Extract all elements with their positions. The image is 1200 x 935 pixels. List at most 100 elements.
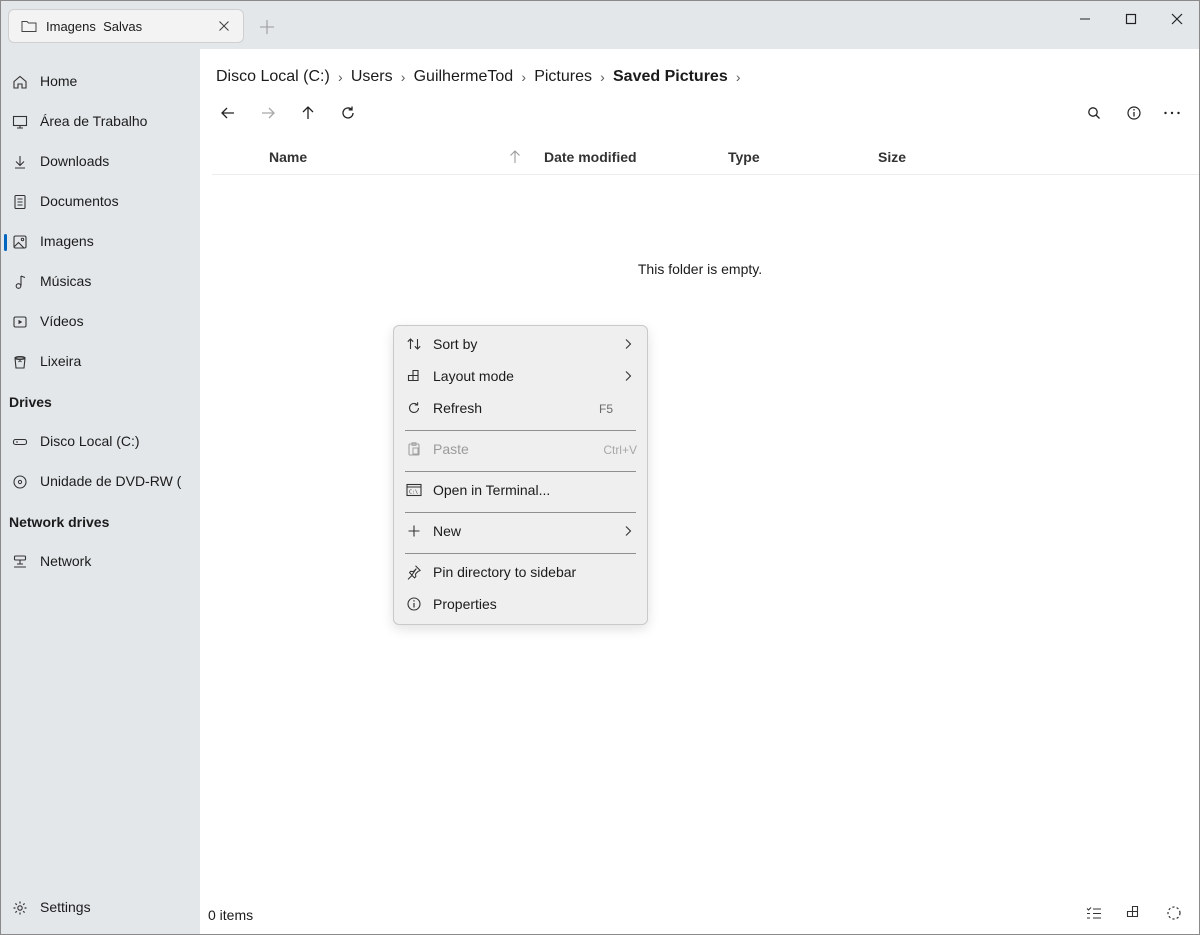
minimize-icon[interactable] [1073,9,1097,29]
title-bar: Imagens Salvas [1,1,1199,49]
chevron-right-icon: › [521,69,527,85]
column-header-date-modified[interactable]: Date modified [544,149,637,165]
chevron-right-icon[interactable]: › [728,69,749,85]
sidebar-item-label: Imagens [40,233,94,249]
sidebar-item-musicas[interactable]: Músicas [1,266,200,298]
sidebar-item-label: Músicas [40,273,92,289]
menu-item-shortcut: Ctrl+V [603,443,637,457]
details-view-icon[interactable] [1085,904,1103,922]
forward-button[interactable] [256,101,280,125]
breadcrumb-item[interactable]: Pictures [534,68,592,86]
loading-icon[interactable] [1165,904,1183,922]
menu-item-shortcut: F5 [598,402,613,416]
svg-text:C:\: C:\ [409,490,418,496]
desktop-icon [12,115,28,129]
network-icon [13,555,27,568]
more-options-button[interactable] [1160,101,1184,125]
drives-header: Drives [9,394,52,410]
menu-item-paste[interactable]: Paste Ctrl+V [398,434,643,464]
menu-separator [405,512,636,513]
menu-item-layout-mode[interactable]: Layout mode [398,361,643,391]
column-header-type[interactable]: Type [728,149,760,165]
menu-item-properties[interactable]: Properties [398,589,643,619]
breadcrumb-current[interactable]: Saved Pictures [613,68,728,86]
chevron-right-icon [625,339,632,349]
sidebar-item-label: Network [40,553,92,569]
home-icon [13,75,27,89]
menu-item-label: Paste [433,441,469,457]
header-divider [212,174,1199,175]
sort-ascending-icon[interactable] [508,149,522,165]
chevron-right-icon [625,371,632,381]
menu-item-pin-directory[interactable]: Pin directory to sidebar [398,557,643,587]
breadcrumb-item[interactable]: GuilhermeTod [414,68,514,86]
sidebar-item-network[interactable]: Network [1,546,200,578]
sidebar-item-desktop[interactable]: Área de Trabalho [1,106,200,138]
sidebar-item-lixeira[interactable]: Lixeira [1,346,200,378]
video-icon [13,316,27,328]
document-icon [14,194,26,210]
sidebar-item-dvd[interactable]: Unidade de DVD-RW (D:) [1,466,200,498]
sidebar-item-settings[interactable]: Settings [1,892,200,924]
files-window: Imagens Salvas Home Área de Trabalho Dow… [0,0,1200,935]
column-header-name[interactable]: Name [269,149,307,165]
info-icon [1127,106,1141,120]
sidebar-item-label: Lixeira [40,353,82,369]
search-icon [1088,107,1100,119]
menu-item-label: Open in Terminal... [433,482,551,498]
sidebar: Home Área de Trabalho Downloads Document… [1,49,200,934]
menu-item-sort-by[interactable]: Sort by [398,329,643,359]
refresh-button[interactable] [336,101,360,125]
menu-item-label: Sort by [433,336,478,352]
sidebar-item-label: Settings [40,899,91,915]
layout-icon[interactable] [1125,904,1143,922]
maximize-icon[interactable] [1119,9,1143,29]
sidebar-item-disco-local[interactable]: Disco Local (C:) [1,426,200,458]
dvd-icon [13,475,27,489]
chevron-right-icon: › [400,69,406,85]
sidebar-item-label: Downloads [40,153,110,169]
sidebar-item-label: Disco Local (C:) [40,433,140,449]
sidebar-item-label: Vídeos [40,313,84,329]
sidebar-item-videos[interactable]: Vídeos [1,306,200,338]
column-header-size[interactable]: Size [878,149,906,165]
menu-item-open-in-terminal[interactable]: C:\ Open in Terminal... [398,475,643,505]
image-icon [13,235,27,249]
breadcrumb-item[interactable]: Disco Local (C:) [216,68,330,86]
network-drives-header: Network drives [9,514,110,530]
sidebar-item-home[interactable]: Home [1,66,200,98]
download-icon [15,156,25,169]
info-button[interactable] [1122,101,1146,125]
menu-item-label: Properties [433,596,497,612]
sidebar-item-downloads[interactable]: Downloads [1,146,200,178]
sidebar-item-documentos[interactable]: Documentos [1,186,200,218]
pin-icon [407,565,421,580]
refresh-icon [342,106,354,119]
music-icon [15,275,26,289]
status-item-count: 0 items [208,907,254,923]
folder-icon [21,21,37,32]
sort-icon [407,338,421,350]
search-button[interactable] [1082,101,1106,125]
breadcrumb-item[interactable]: Users [351,68,393,86]
main-pane[interactable]: Disco Local (C:) › Users › GuilhermeTod … [200,49,1199,934]
back-button[interactable] [216,101,240,125]
layout-icon [407,369,419,382]
menu-item-refresh[interactable]: Refresh F5 [398,393,643,423]
arrow-up-icon [302,106,314,119]
sidebar-item-label: Documentos [40,193,119,209]
close-icon[interactable] [1165,9,1189,29]
arrow-left-icon [221,107,234,119]
menu-item-label: New [433,523,462,539]
refresh-icon [408,402,420,414]
info-icon [407,597,421,611]
menu-separator [405,553,636,554]
up-button[interactable] [296,101,320,125]
tab-imagens-salvas[interactable]: Imagens Salvas [8,9,244,43]
new-tab-icon[interactable] [257,17,277,37]
tab-close-icon[interactable] [216,18,232,34]
recycle-bin-icon [14,356,26,369]
sidebar-item-imagens[interactable]: Imagens [1,226,200,258]
chevron-right-icon [625,526,632,536]
menu-item-new[interactable]: New [398,516,643,546]
